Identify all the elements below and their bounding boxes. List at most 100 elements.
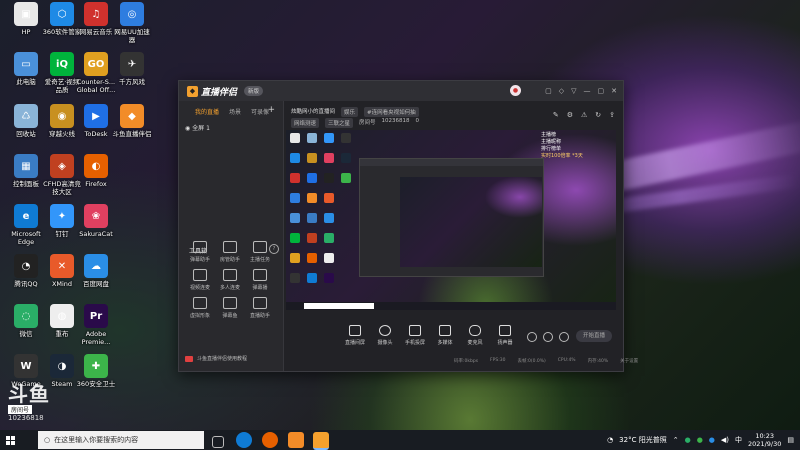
speaker-button[interactable]: 扬声器 <box>490 325 520 346</box>
tab-record[interactable]: 可录像 <box>251 107 269 116</box>
task-view-icon[interactable] <box>212 436 224 448</box>
eye-icon[interactable] <box>543 332 553 342</box>
live-preview[interactable]: 主播榜 主播昵称 排行榜单 实时100倍率 *3天 <box>286 130 616 310</box>
desktop-icon[interactable]: ▭ 此电脑 <box>6 52 46 86</box>
clock[interactable]: 10:23 2021/9/30 <box>748 432 781 448</box>
avatar[interactable]: ● <box>510 85 521 96</box>
search-placeholder: 在这里输入你要搜索的内容 <box>54 436 139 444</box>
media-button[interactable]: 多媒体 <box>430 325 460 346</box>
desktop-icon[interactable]: ▦ 控制面板 <box>6 154 46 188</box>
douyu-taskbar-icon[interactable] <box>288 432 304 448</box>
maximize-icon[interactable]: ▢ <box>598 86 605 96</box>
desktop-icon[interactable]: ◐ Firefox <box>76 154 116 188</box>
control-label: 直播间屏 <box>344 340 365 346</box>
microphone-button[interactable]: 麦克风 <box>460 325 490 346</box>
desktop-icon[interactable]: Pr Adobe Premie... <box>76 304 116 346</box>
skin-icon[interactable]: ▽ <box>571 86 576 96</box>
edge-taskbar-icon[interactable] <box>236 432 252 448</box>
desktop-icon[interactable]: ✈ 千方风戏 <box>112 52 152 86</box>
tab-scene[interactable]: 场景 <box>229 107 241 116</box>
preview-icon <box>307 193 317 203</box>
desktop-icon-label: Adobe Premie... <box>81 330 111 346</box>
tool-button[interactable]: 多人连麦 <box>215 269 245 291</box>
desktop-icon-label: 微信 <box>19 330 33 338</box>
eye-icon[interactable]: ◉ <box>185 125 190 132</box>
tool-button[interactable]: 弹幕播 <box>245 269 275 291</box>
desktop-icon-label: Firefox <box>85 180 107 188</box>
status-settings[interactable]: 关于设置 <box>620 358 638 364</box>
tray-app-icon[interactable]: ● <box>685 436 691 444</box>
record-icon[interactable] <box>527 332 537 342</box>
close-icon[interactable]: ✕ <box>611 86 617 96</box>
volume-icon[interactable]: ◀) <box>721 436 729 444</box>
live-companion-taskbar-icon[interactable] <box>313 432 329 450</box>
speed-test-button[interactable]: 网络测速 <box>291 118 320 128</box>
firefox-taskbar-icon[interactable] <box>262 432 278 448</box>
desktop-icon-label: 控制面板 <box>13 180 39 188</box>
desktop-icon[interactable]: ◔ 腾讯QQ <box>6 254 46 288</box>
taskbar-search[interactable]: ○ 在这里输入你要搜索的内容 <box>38 431 204 449</box>
preview-icon <box>290 133 300 143</box>
window-titlebar[interactable]: ◆ 直播伴侣 新版 ● ▢ ◇ ▽ — ▢ ✕ <box>179 81 623 101</box>
room-tag[interactable]: 娱乐 <box>341 107 359 117</box>
weather[interactable]: 32°C 阳光普照 <box>619 435 667 445</box>
desktop-icon[interactable]: ◎ 网易UU加速器 <box>112 2 152 44</box>
start-live-button[interactable]: 开始直播 <box>576 330 612 342</box>
star-button[interactable]: 三联之星 <box>325 118 354 128</box>
desktop-icon[interactable]: ▣ HP <box>6 2 46 36</box>
desktop-icon[interactable]: ♺ 回收站 <box>6 104 46 138</box>
tool-button[interactable]: 弹幕助手 <box>185 241 215 263</box>
preview-icon <box>307 173 317 183</box>
add-scene-icon[interactable]: + <box>267 105 275 115</box>
tool-button[interactable]: 虚拟形象 <box>185 297 215 319</box>
settings-icon[interactable]: ⚙ <box>567 111 573 119</box>
desktop-icon[interactable]: e Microsoft Edge <box>6 204 46 246</box>
preview-icon <box>341 173 351 183</box>
desktop-icon[interactable]: GO Counter-S... Global Off... <box>76 52 116 94</box>
start-button[interactable] <box>0 430 20 450</box>
follower-count: 0 <box>415 118 420 124</box>
notification-icon[interactable]: ▤ <box>787 436 794 444</box>
screen-capture-button[interactable]: 直播间屏 <box>340 325 370 346</box>
video-icon <box>185 355 193 362</box>
tray-app-icon[interactable]: ● <box>697 436 703 444</box>
scene-item[interactable]: ◉ 全屏 1 <box>185 123 210 132</box>
desktop-icon[interactable]: ✚ 360安全卫士 <box>76 354 116 388</box>
desktop-icon[interactable]: ◆ 斗鱼直播伴侣 <box>112 104 152 138</box>
minimize-icon[interactable]: — <box>584 86 591 96</box>
tool-button[interactable]: 主播任务 <box>245 241 275 263</box>
tool-button[interactable]: 直播助手 <box>245 297 275 319</box>
version-badge[interactable]: 新版 <box>244 86 264 96</box>
room-chip[interactable]: #连网看央视如何抽 <box>364 107 419 117</box>
app-icon: ✦ <box>50 204 74 228</box>
tool-button[interactable]: 弹幕鱼 <box>215 297 245 319</box>
app-icon: ✕ <box>50 254 74 278</box>
refresh-icon[interactable]: ↻ <box>595 111 601 119</box>
app-icon: ♺ <box>14 104 38 128</box>
tool-label: 直播助手 <box>249 313 270 319</box>
edit-icon[interactable]: ✎ <box>553 111 559 119</box>
tray-app-icon[interactable]: ● <box>709 436 715 444</box>
gear-icon[interactable] <box>559 332 569 342</box>
app-icon: ◆ <box>120 104 144 128</box>
alert-icon[interactable]: ⚠ <box>581 111 587 119</box>
tutorial-link[interactable]: 斗鱼直播伴侣使用教程 <box>185 355 247 362</box>
phone-cast-button[interactable]: 手机投屏 <box>400 325 430 346</box>
camera-button[interactable]: 摄像头 <box>370 325 400 346</box>
tab-my-live[interactable]: 我的直播 <box>195 107 219 116</box>
desktop-icon[interactable]: ♫ 网易云音乐 <box>76 2 116 36</box>
desktop-icon[interactable]: ☁ 百度网盘 <box>76 254 116 288</box>
tool-button[interactable]: 房管助手 <box>215 241 245 263</box>
preview-icon <box>324 133 334 143</box>
network-icon[interactable]: ◔ <box>607 436 613 444</box>
desktop-icon[interactable]: ❀ SakuraCat <box>76 204 116 238</box>
desktop-icon[interactable]: ▶ ToDesk <box>76 104 116 138</box>
chevron-up-icon[interactable]: ⌃ <box>673 436 679 444</box>
share-icon[interactable]: ◇ <box>559 86 564 96</box>
tool-button[interactable]: 视频连麦 <box>185 269 215 291</box>
chat-icon[interactable]: ▢ <box>545 86 552 96</box>
desktop-icon[interactable]: ◌ 微信 <box>6 304 46 338</box>
ime-icon[interactable]: 中 <box>735 435 742 445</box>
share-icon[interactable]: ⇪ <box>609 111 615 119</box>
room-title[interactable]: 炫酷网小的直播间 <box>291 107 335 117</box>
